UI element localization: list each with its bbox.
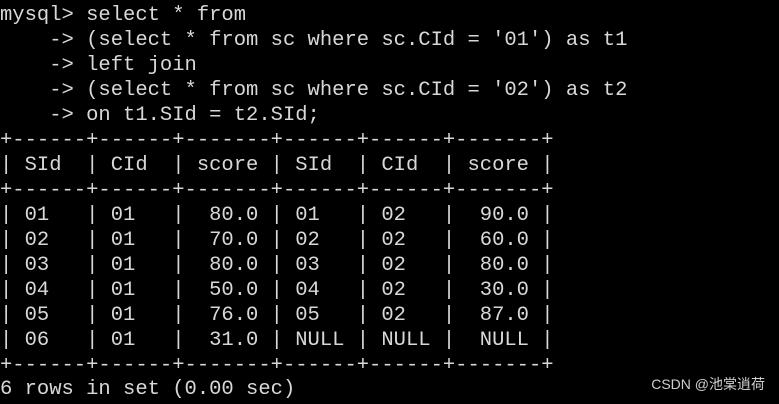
continuation-line-subquery-t2: -> (select * from sc where sc.CId = '02'… bbox=[0, 79, 628, 102]
continuation-line-subquery-t1: -> (select * from sc where sc.CId = '01'… bbox=[0, 29, 628, 52]
table-border-header: +------+------+-------+------+------+---… bbox=[0, 179, 554, 202]
terminal-window[interactable]: mysql> select * from -> (select * from s… bbox=[0, 0, 779, 404]
table-row: | 04 | 01 | 50.0 | 04 | 02 | 30.0 | bbox=[0, 279, 554, 302]
continuation-line-on-clause: -> on t1.SId = t2.SId; bbox=[0, 104, 320, 127]
table-row: | 05 | 01 | 76.0 | 05 | 02 | 87.0 | bbox=[0, 304, 554, 327]
result-summary: 6 rows in set (0.00 sec) bbox=[0, 378, 296, 401]
table-row: | 03 | 01 | 80.0 | 03 | 02 | 80.0 | bbox=[0, 254, 554, 277]
prompt-line-select: mysql> select * from bbox=[0, 4, 247, 27]
table-row: | 02 | 01 | 70.0 | 02 | 02 | 60.0 | bbox=[0, 229, 554, 252]
csdn-watermark: CSDN @池棠逍荷 bbox=[651, 376, 765, 392]
table-header-row: | SId | CId | score | SId | CId | score … bbox=[0, 154, 554, 177]
table-row: | 01 | 01 | 80.0 | 01 | 02 | 90.0 | bbox=[0, 204, 554, 227]
table-border-top: +------+------+-------+------+------+---… bbox=[0, 129, 554, 152]
continuation-line-left-join: -> left join bbox=[0, 54, 197, 77]
table-border-bottom: +------+------+-------+------+------+---… bbox=[0, 354, 554, 377]
table-row: | 06 | 01 | 31.0 | NULL | NULL | NULL | bbox=[0, 329, 554, 352]
